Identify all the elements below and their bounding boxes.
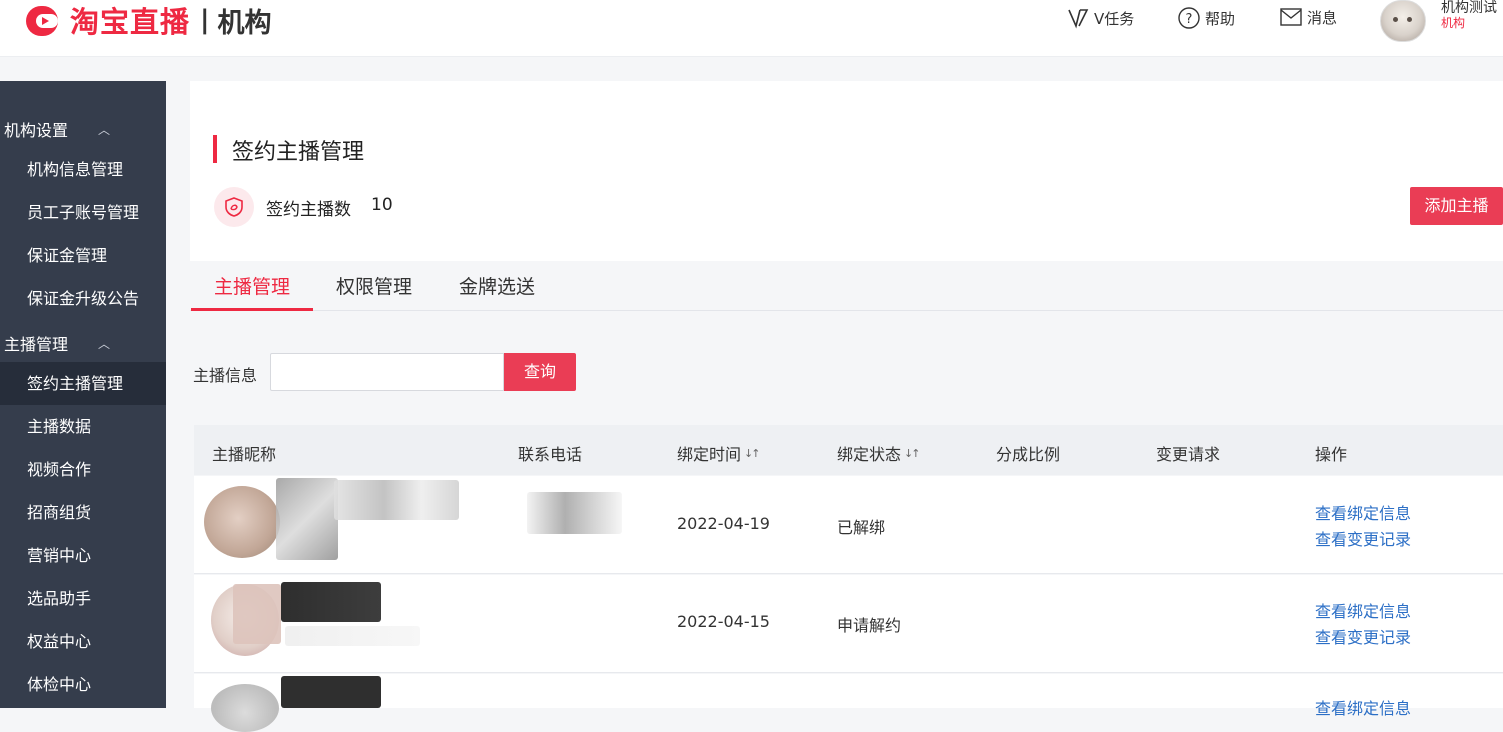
sidebar-item-health-check[interactable]: 体检中心 xyxy=(0,663,166,706)
svg-text:?: ? xyxy=(1186,12,1193,27)
tabs-divider xyxy=(190,310,1503,311)
page-title: 签约主播管理 xyxy=(232,140,365,165)
add-anchor-button[interactable]: 添加主播 xyxy=(1410,187,1503,225)
sidebar-item-label: 机构信息管理 xyxy=(27,160,124,179)
sidebar-item-label: 保证金升级公告 xyxy=(27,289,140,308)
sidebar: 机构设置 ︿ 机构信息管理 员工子账号管理 保证金管理 保证金升级公告 主播管理… xyxy=(0,81,166,708)
sidebar-item-video-coop[interactable]: 视频合作 xyxy=(0,448,166,491)
logo-text: 淘宝直播 xyxy=(70,5,191,39)
bind-status-cell: 已解绑 xyxy=(837,518,886,537)
sidebar-group-label: 机构设置 xyxy=(4,121,69,140)
sidebar-item-label: 权益中心 xyxy=(27,632,92,651)
column-header-nickname: 主播昵称 xyxy=(212,445,277,464)
sidebar-item-selection-helper[interactable]: 选品助手 xyxy=(0,577,166,620)
bind-status-cell: 申请解约 xyxy=(837,616,902,635)
search-label: 主播信息 xyxy=(193,366,258,385)
anchor-avatar[interactable] xyxy=(204,486,280,558)
vtask-link[interactable]: V任务 xyxy=(1066,6,1134,30)
sort-icon[interactable]: ↓↑ xyxy=(904,447,921,460)
sidebar-item-label: 营销中心 xyxy=(27,546,92,565)
v-task-icon xyxy=(1068,9,1089,29)
messages-link[interactable]: 消息 xyxy=(1279,6,1337,28)
bind-time-cell: 2022-04-15 xyxy=(677,612,770,631)
taobao-live-logo[interactable]: 淘宝直播 | 机构 xyxy=(26,2,272,39)
sidebar-item-benefits[interactable]: 权益中心 xyxy=(0,620,166,663)
tab-permission-management[interactable]: 权限管理 xyxy=(336,272,412,299)
anchor-nickname-redacted xyxy=(281,676,381,708)
chevron-up-icon: ︿ xyxy=(98,122,111,137)
view-binding-info-link[interactable]: 查看绑定信息 xyxy=(1315,500,1411,524)
sidebar-item-merchandising[interactable]: 招商组货 xyxy=(0,491,166,534)
anchor-info-search-input[interactable] xyxy=(270,353,504,391)
vtask-label: V任务 xyxy=(1094,9,1135,28)
sidebar-group-label: 主播管理 xyxy=(4,335,69,354)
signed-anchor-count-label: 签约主播数 xyxy=(266,200,351,220)
view-change-record-link[interactable]: 查看变更记录 xyxy=(1315,526,1411,550)
sort-icon[interactable]: ↓↑ xyxy=(744,447,761,460)
sidebar-item-marketing[interactable]: 营销中心 xyxy=(0,534,166,577)
anchor-nickname-redacted xyxy=(276,478,338,560)
help-label: 帮助 xyxy=(1205,9,1236,28)
taobao-live-logo-icon xyxy=(26,4,64,36)
help-icon: ? xyxy=(1178,7,1200,29)
view-change-record-link[interactable]: 查看变更记录 xyxy=(1315,624,1411,648)
anchor-nickname-redacted xyxy=(334,480,459,520)
sidebar-item-label: 保证金管理 xyxy=(27,246,108,265)
column-header-bind-time[interactable]: 绑定时间 ↓↑ xyxy=(677,441,761,465)
sidebar-item-label: 员工子账号管理 xyxy=(27,203,140,222)
sidebar-item-signed-anchors[interactable]: 签约主播管理 xyxy=(0,362,166,405)
column-header-actions: 操作 xyxy=(1315,445,1348,464)
logo-separator: | xyxy=(200,5,210,35)
sidebar-item-org-info[interactable]: 机构信息管理 xyxy=(0,148,166,191)
title-accent-bar xyxy=(213,135,217,163)
chevron-up-icon: ︿ xyxy=(98,336,111,351)
table-row xyxy=(194,674,1503,708)
active-tab-indicator xyxy=(191,308,313,311)
anchor-phone-redacted xyxy=(527,492,622,534)
anchor-nickname-redacted xyxy=(281,582,381,622)
page-header-panel xyxy=(190,81,1503,261)
column-header-change-request: 变更请求 xyxy=(1156,445,1221,464)
sidebar-item-label: 签约主播管理 xyxy=(27,374,124,393)
user-info[interactable]: 机构测试 机构 xyxy=(1441,0,1497,30)
messages-label: 消息 xyxy=(1307,8,1338,27)
user-role: 机构 xyxy=(1441,16,1466,30)
view-binding-info-link[interactable]: 查看绑定信息 xyxy=(1315,598,1411,622)
tab-anchor-management[interactable]: 主播管理 xyxy=(214,272,290,299)
shield-icon xyxy=(214,187,254,227)
sidebar-group-anchor-management[interactable]: 主播管理 ︿ xyxy=(4,331,110,355)
sidebar-item-deposit-notice[interactable]: 保证金升级公告 xyxy=(0,277,166,320)
anchor-id-redacted xyxy=(285,626,420,646)
column-header-bind-status[interactable]: 绑定状态 ↓↑ xyxy=(837,441,921,465)
mail-icon xyxy=(1280,8,1302,26)
signed-anchor-count-value: 10 xyxy=(371,195,393,215)
query-button[interactable]: 查询 xyxy=(504,353,576,391)
sidebar-group-org-settings[interactable]: 机构设置 ︿ xyxy=(4,117,110,141)
sidebar-item-staff-accounts[interactable]: 员工子账号管理 xyxy=(0,191,166,234)
top-header: 淘宝直播 | 机构 V任务 ? 帮助 消息 机构测试 机构 xyxy=(0,0,1503,57)
user-name: 机构测试 xyxy=(1441,0,1497,16)
sidebar-item-label: 主播数据 xyxy=(27,417,92,436)
column-header-phone: 联系电话 xyxy=(518,445,583,464)
help-link[interactable]: ? 帮助 xyxy=(1177,6,1235,30)
anchor-avatar[interactable] xyxy=(211,684,279,732)
sidebar-item-anchor-data[interactable]: 主播数据 xyxy=(0,405,166,448)
sidebar-item-label: 视频合作 xyxy=(27,460,92,479)
anchor-nickname-redacted xyxy=(233,584,281,644)
user-avatar[interactable] xyxy=(1380,0,1426,42)
sidebar-item-label: 体检中心 xyxy=(27,675,92,694)
column-header-share-ratio: 分成比例 xyxy=(996,445,1061,464)
tab-gold-selection[interactable]: 金牌选送 xyxy=(459,272,535,299)
bind-time-cell: 2022-04-19 xyxy=(677,514,770,533)
view-binding-info-link[interactable]: 查看绑定信息 xyxy=(1315,695,1411,719)
sidebar-item-deposit[interactable]: 保证金管理 xyxy=(0,234,166,277)
logo-subtitle: 机构 xyxy=(217,7,272,39)
sidebar-item-label: 选品助手 xyxy=(27,589,92,608)
sidebar-item-label: 招商组货 xyxy=(27,503,92,522)
